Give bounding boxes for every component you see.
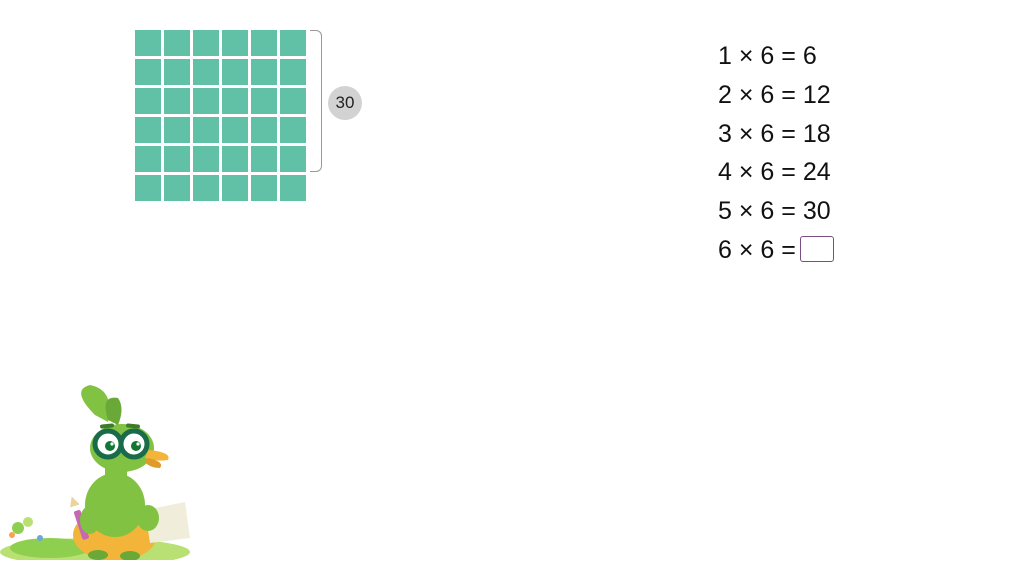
equation-result: 18 <box>803 115 831 154</box>
equation-expr: 4 × 6 = <box>718 153 796 192</box>
grid-cell <box>164 146 190 172</box>
equation-result: 6 <box>803 37 817 76</box>
grid-cell <box>280 88 306 114</box>
bracket-indicator <box>310 30 322 172</box>
grid-cell <box>135 175 161 201</box>
grid-cell <box>135 88 161 114</box>
grid-cell <box>135 30 161 56</box>
badge-value: 30 <box>336 93 355 113</box>
equation-row: 5 × 6 = 30 <box>718 192 834 231</box>
grid-cell <box>222 146 248 172</box>
grid-cell <box>135 117 161 143</box>
grid-cell <box>193 59 219 85</box>
grid-cell <box>135 146 161 172</box>
grid-cell <box>222 59 248 85</box>
grid-cell <box>193 117 219 143</box>
grid-cell <box>193 30 219 56</box>
grid-total-badge: 30 <box>328 86 362 120</box>
equation-row: 4 × 6 = 24 <box>718 153 834 192</box>
grid-cell <box>164 88 190 114</box>
grid-cell <box>222 175 248 201</box>
grid-cell <box>251 117 277 143</box>
equation-row: 3 × 6 = 18 <box>718 115 834 154</box>
answer-input[interactable] <box>800 236 834 262</box>
grid-cell <box>280 59 306 85</box>
grid-cell <box>164 30 190 56</box>
equation-expr: 1 × 6 = <box>718 37 796 76</box>
grid-cell <box>222 88 248 114</box>
grid-cell <box>222 30 248 56</box>
equation-row: 6 × 6 = <box>718 231 834 270</box>
grid-cell <box>280 30 306 56</box>
grid-cell <box>280 175 306 201</box>
equation-row: 2 × 6 = 12 <box>718 76 834 115</box>
grid-cell <box>251 175 277 201</box>
grid-cell <box>164 117 190 143</box>
grid-cell <box>164 175 190 201</box>
array-grid <box>135 30 306 201</box>
equation-expr: 5 × 6 = <box>718 192 796 231</box>
equation-expr: 2 × 6 = <box>718 76 796 115</box>
grid-cell <box>222 117 248 143</box>
grid-cell <box>193 88 219 114</box>
grid-cell <box>280 117 306 143</box>
grid-cell <box>251 59 277 85</box>
grid-cell <box>251 146 277 172</box>
grid-cell <box>280 146 306 172</box>
grid-cell <box>193 146 219 172</box>
equation-list: 1 × 6 = 6 2 × 6 = 12 3 × 6 = 18 4 × 6 = … <box>718 37 834 270</box>
equation-result: 30 <box>803 192 831 231</box>
equation-row: 1 × 6 = 6 <box>718 37 834 76</box>
equation-expr: 6 × 6 = <box>718 231 796 270</box>
grid-cell <box>251 88 277 114</box>
grid-cell <box>164 59 190 85</box>
equation-result: 24 <box>803 153 831 192</box>
equation-expr: 3 × 6 = <box>718 115 796 154</box>
grid-cell <box>135 59 161 85</box>
mascot-illustration <box>0 360 230 560</box>
grid-cell <box>193 175 219 201</box>
grid-cell <box>251 30 277 56</box>
equation-result: 12 <box>803 76 831 115</box>
